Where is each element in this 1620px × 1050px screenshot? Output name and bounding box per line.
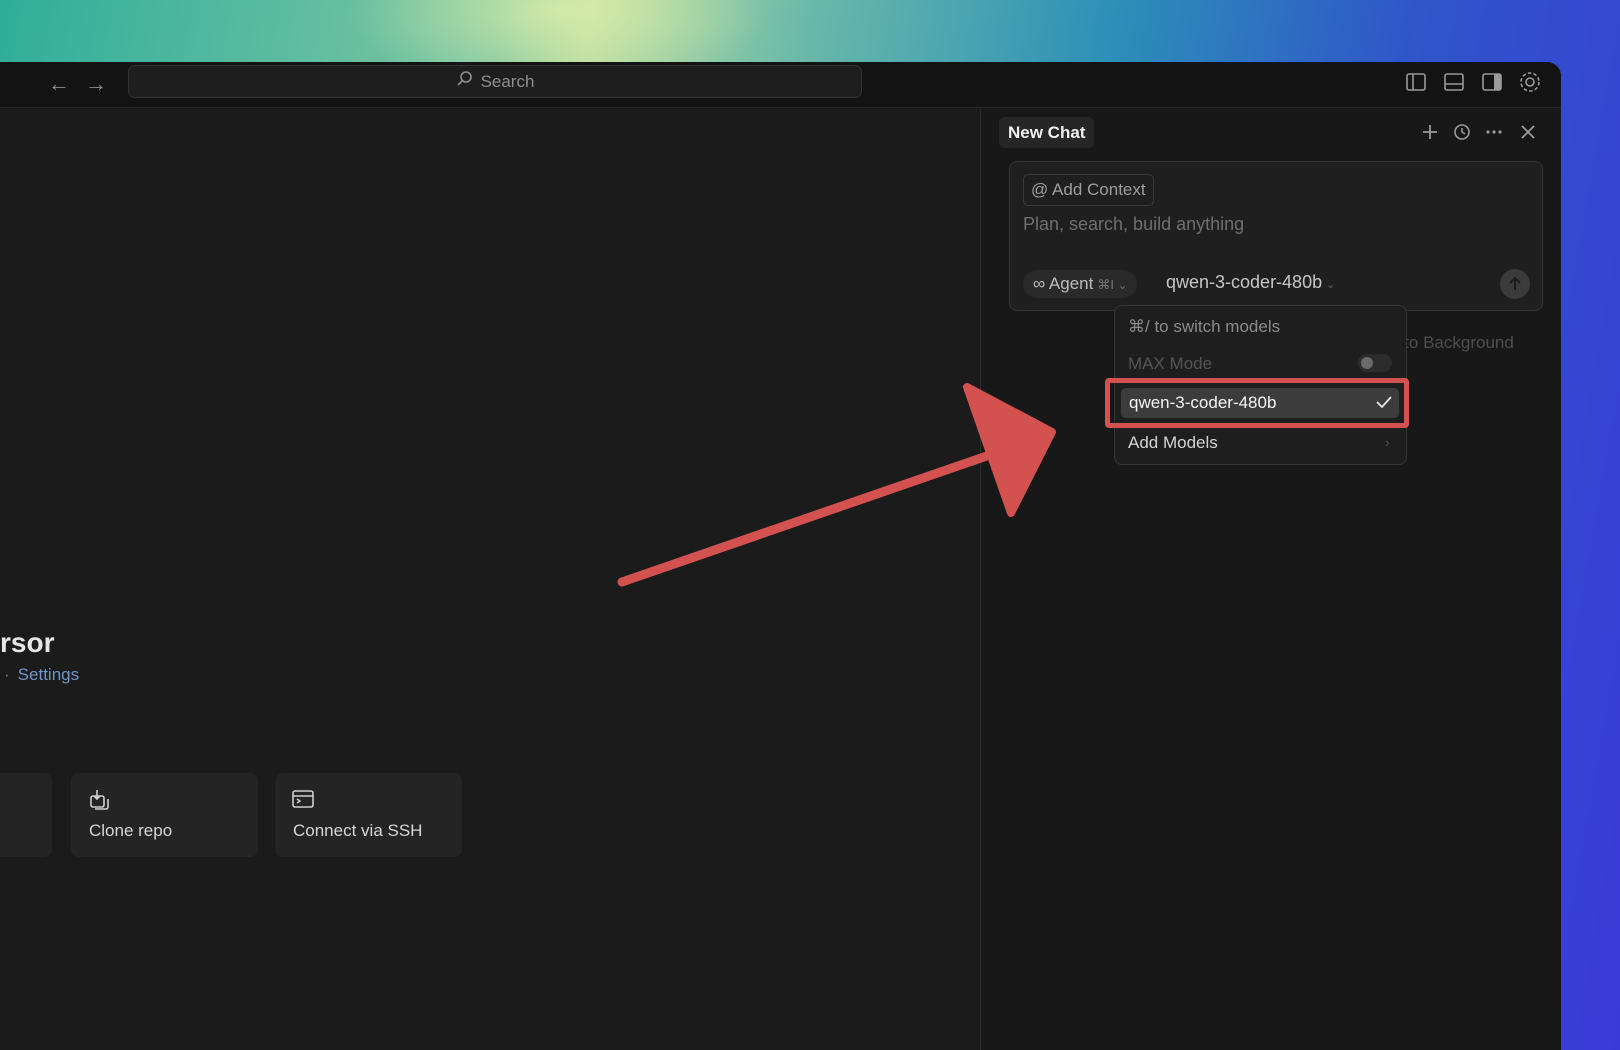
model-selector-label: qwen-3-coder-480b [1166, 272, 1323, 292]
model-selector[interactable]: qwen-3-coder-480b ⌄ [1166, 272, 1335, 293]
terminal-window-icon [291, 787, 315, 811]
connect-ssh-card[interactable]: Connect via SSH [275, 773, 462, 857]
more-icon[interactable] [1483, 121, 1505, 143]
plus-icon[interactable] [1419, 121, 1441, 143]
clone-repo-icon [87, 787, 111, 811]
toggle-knob [1361, 357, 1373, 369]
infinity-icon: ∞ [1033, 274, 1046, 293]
clone-repo-label: Clone repo [89, 821, 173, 840]
close-icon[interactable] [1517, 121, 1539, 143]
agent-shortcut: ⌘I [1097, 277, 1114, 292]
max-mode-label: MAX Mode [1128, 354, 1213, 373]
composer-placeholder[interactable]: Plan, search, build anything [1023, 214, 1244, 235]
links-separator: · [4, 665, 10, 684]
title-bar: ← → Search [0, 62, 1561, 108]
switch-models-hint: ⌘/ to switch models [1128, 317, 1281, 336]
new-chat-tab[interactable]: New Chat [999, 117, 1095, 148]
agent-mode-selector[interactable]: ∞ Agent ⌘I ⌄ [1023, 270, 1138, 298]
settings-link[interactable]: Settings [18, 665, 79, 684]
welcome-pane: rsor · Settings Clone repo Connect via SS… [0, 108, 980, 1050]
search-label: Search [480, 71, 535, 91]
search-icon [456, 70, 474, 93]
add-models-item[interactable]: Add Models [1128, 433, 1218, 453]
chevron-right-icon: › [1385, 434, 1390, 450]
chat-composer[interactable]: @ Add Context Plan, search, build anythi… [1009, 161, 1543, 311]
arrow-up-icon [1509, 276, 1521, 290]
chevron-down-icon: ⌄ [1117, 280, 1128, 292]
background-hint: d to Background [1390, 333, 1514, 352]
max-mode-toggle[interactable] [1358, 354, 1392, 372]
toggle-panel-icon[interactable] [1441, 69, 1467, 95]
welcome-title: rsor [0, 627, 55, 658]
clone-repo-card[interactable]: Clone repo [71, 773, 258, 857]
connect-ssh-label: Connect via SSH [293, 821, 423, 840]
annotation-highlight-box [1105, 378, 1409, 428]
history-icon[interactable] [1451, 121, 1473, 143]
welcome-links: · Settings [4, 665, 79, 685]
chat-panel: New Chat @ Add Context Plan, search, bui… [981, 108, 1561, 1050]
add-context-button[interactable]: @ Add Context [1023, 174, 1154, 206]
toggle-secondary-sidebar-icon[interactable] [1479, 69, 1505, 95]
open-project-card[interactable] [0, 773, 52, 857]
app-window: ← → Search rsor · Settings Clone repo Co… [0, 62, 1561, 1050]
chevron-down-icon: ⌄ [1326, 279, 1336, 291]
settings-gear-icon[interactable] [1517, 69, 1543, 95]
search-input[interactable]: Search [128, 65, 862, 98]
toggle-sidebar-icon[interactable] [1403, 69, 1429, 95]
arrow-left-icon[interactable]: ← [47, 72, 71, 96]
agent-mode-label: Agent [1048, 274, 1094, 293]
send-button[interactable] [1500, 269, 1530, 299]
arrow-right-icon[interactable]: → [84, 72, 108, 96]
